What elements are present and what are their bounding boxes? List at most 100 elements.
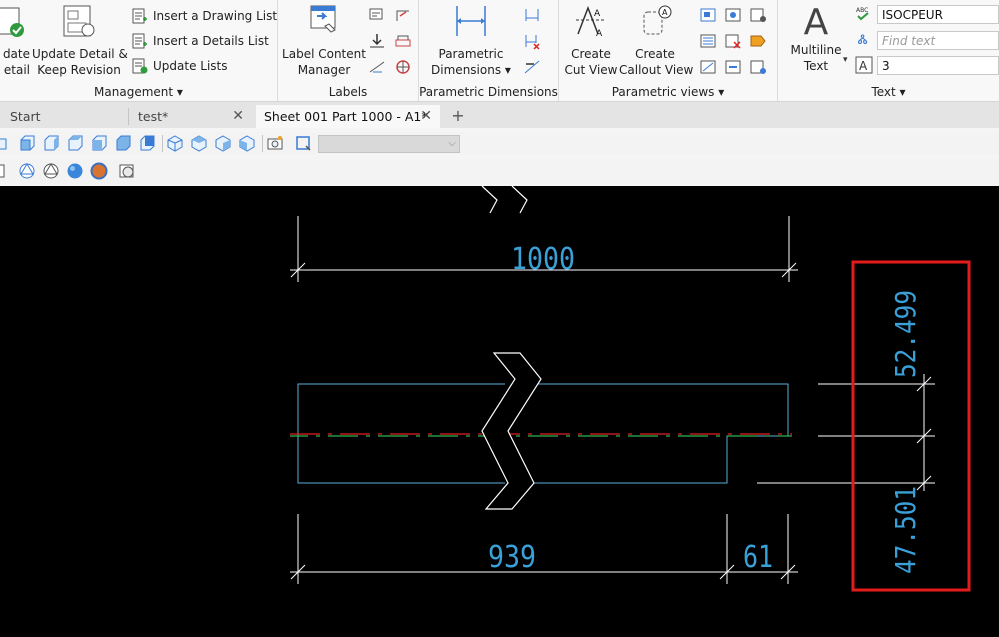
- parametric-views-panel: A A Create Cut View A Create Callout Vie…: [559, 0, 778, 101]
- tab-test[interactable]: test* ✕: [130, 105, 252, 128]
- update-detail-keep-revision-button[interactable]: Update Detail & Keep Revision: [32, 4, 128, 78]
- tab-sheet-close-icon[interactable]: ✕: [420, 105, 432, 128]
- update-keep-label-1: Update Detail &: [32, 47, 128, 61]
- view-tool-8-icon[interactable]: [749, 32, 767, 50]
- toolbar-divider: [162, 135, 163, 152]
- iso-view-1-icon[interactable]: [166, 134, 184, 152]
- parametric-views-panel-title[interactable]: Parametric views ▾: [559, 85, 777, 99]
- tab-divider: [128, 108, 129, 125]
- parametric-dimensions-button[interactable]: Parametric Dimensions ▾: [425, 4, 517, 78]
- tab-test-label: test*: [138, 109, 169, 124]
- insert-details-list-button[interactable]: Insert a Details List: [132, 30, 269, 52]
- bottom-dimensions[interactable]: [290, 514, 798, 584]
- spellcheck-icon[interactable]: ABC: [855, 5, 873, 23]
- dim-bottom-right-text: 61: [743, 540, 773, 575]
- visual-style-partial-icon[interactable]: [0, 162, 14, 180]
- tab-test-close-icon[interactable]: ✕: [232, 105, 244, 128]
- view-tool-1-icon[interactable]: [699, 6, 717, 24]
- tab-sheet-label: Sheet 001 Part 1000 - A1*: [264, 109, 428, 124]
- label-content-manager-button[interactable]: Label Content Manager: [280, 4, 368, 78]
- param-dim-tool-3-icon[interactable]: [523, 58, 541, 76]
- view-delete-icon[interactable]: [724, 32, 742, 50]
- parametric-dimensions-panel: Parametric Dimensions ▾ Parametric Dimen…: [419, 0, 559, 101]
- view-tool-7-icon[interactable]: [749, 6, 767, 24]
- create-cut-view-button[interactable]: A A Create Cut View: [563, 4, 619, 78]
- view-left-icon[interactable]: [66, 134, 84, 152]
- text-height-icon[interactable]: A: [855, 56, 873, 74]
- multiline-text-button[interactable]: A Multiline Text: [784, 4, 848, 74]
- multiline-text-label-2: Text: [803, 59, 829, 73]
- visual-style-toolbar: [0, 160, 999, 184]
- label-tool-2-icon[interactable]: [394, 6, 412, 24]
- drawing-canvas[interactable]: 1000 52.499 47.501 939 61: [0, 186, 999, 637]
- view-tool-3-icon[interactable]: [699, 58, 717, 76]
- view-bottom-icon[interactable]: [138, 134, 156, 152]
- text-panel: A Multiline Text ▾ ABC Ꮬ A Text ▾: [778, 0, 999, 101]
- iso-view-3-icon[interactable]: [214, 134, 232, 152]
- view-cube-partial-icon[interactable]: [0, 134, 14, 152]
- parametric-dimensions-label-1: Parametric: [438, 47, 504, 61]
- right-vertical-dimensions[interactable]: [757, 374, 935, 491]
- camera-icon[interactable]: [266, 134, 284, 152]
- text-style-input[interactable]: [877, 5, 999, 24]
- dim-right-upper-text: 52.499: [889, 290, 922, 378]
- create-callout-view-button[interactable]: A Create Callout View: [619, 4, 693, 78]
- param-dim-delete-icon[interactable]: [523, 32, 541, 50]
- view-tool-9-icon[interactable]: [749, 58, 767, 76]
- view-back-icon[interactable]: [42, 134, 60, 152]
- iso-view-2-icon[interactable]: [190, 134, 208, 152]
- label-tool-4-icon[interactable]: [394, 32, 412, 50]
- text-panel-title[interactable]: Text ▾: [778, 85, 999, 99]
- ribbon: date etail Update Detail & Keep Revision…: [0, 0, 999, 102]
- label-tool-1-icon[interactable]: [368, 6, 386, 24]
- hidden-style-icon[interactable]: [42, 162, 60, 180]
- update-detail-icon: [0, 7, 24, 37]
- shaded-style-icon[interactable]: [66, 162, 84, 180]
- viewport-icon[interactable]: [294, 134, 312, 152]
- svg-text:A: A: [596, 29, 603, 38]
- view-tool-6-icon[interactable]: [724, 58, 742, 76]
- drawing-list-icon: [132, 8, 147, 24]
- realistic-style-icon[interactable]: [90, 162, 108, 180]
- update-lists-button[interactable]: Update Lists: [132, 55, 228, 77]
- view-combo-box[interactable]: ⌵: [318, 135, 460, 153]
- chevron-down-icon: ⌵: [448, 138, 456, 149]
- wireframe-style-icon[interactable]: [18, 162, 36, 180]
- dim-right-lower-text: 47.501: [889, 486, 922, 574]
- create-cut-view-label-2: Cut View: [564, 63, 618, 77]
- update-lists-label: Update Lists: [153, 59, 228, 73]
- drawing-svg: 1000 52.499 47.501 939 61: [290, 186, 971, 592]
- insert-drawing-list-label: Insert a Drawing List: [153, 9, 278, 23]
- insert-details-list-label: Insert a Details List: [153, 34, 269, 48]
- management-panel: date etail Update Detail & Keep Revision…: [0, 0, 278, 101]
- param-dim-tool-1-icon[interactable]: [523, 6, 541, 24]
- view-tool-2-icon[interactable]: [699, 32, 717, 50]
- tab-start[interactable]: Start: [2, 105, 126, 128]
- label-tool-5-icon[interactable]: [368, 58, 386, 76]
- management-panel-title[interactable]: Management ▾: [0, 85, 277, 99]
- multiline-text-label-1: Multiline: [790, 43, 842, 57]
- view-right-icon[interactable]: [90, 134, 108, 152]
- view-front-icon[interactable]: [18, 134, 36, 152]
- label-tool-6-icon[interactable]: [394, 58, 412, 76]
- update-detail-keep-revision-icon: [63, 5, 95, 37]
- tab-sheet-001[interactable]: Sheet 001 Part 1000 - A1* ✕: [256, 105, 440, 128]
- label-tool-3-icon[interactable]: [368, 32, 386, 50]
- visual-style-manager-icon[interactable]: [118, 162, 136, 180]
- new-tab-plus-icon[interactable]: +: [448, 107, 468, 125]
- view-top-icon[interactable]: [114, 134, 132, 152]
- parametric-dimension-icon: [456, 6, 486, 36]
- cut-view-icon: A A: [576, 5, 606, 39]
- iso-view-4-icon[interactable]: [238, 134, 256, 152]
- tab-start-label: Start: [10, 109, 41, 124]
- parametric-dimensions-panel-title: Parametric Dimensions: [419, 85, 558, 99]
- view-tool-4-icon[interactable]: [724, 6, 742, 24]
- multiline-dropdown-icon[interactable]: ▾: [843, 55, 848, 65]
- find-text-input[interactable]: [877, 31, 999, 50]
- text-height-input[interactable]: [877, 56, 999, 75]
- find-replace-icon[interactable]: Ꮬ: [855, 31, 873, 49]
- create-callout-view-label-1: Create: [635, 47, 675, 61]
- svg-text:Ꮬ: Ꮬ: [857, 33, 868, 48]
- insert-drawing-list-button[interactable]: Insert a Drawing List: [132, 5, 277, 27]
- update-detail-button[interactable]: date etail: [0, 4, 30, 78]
